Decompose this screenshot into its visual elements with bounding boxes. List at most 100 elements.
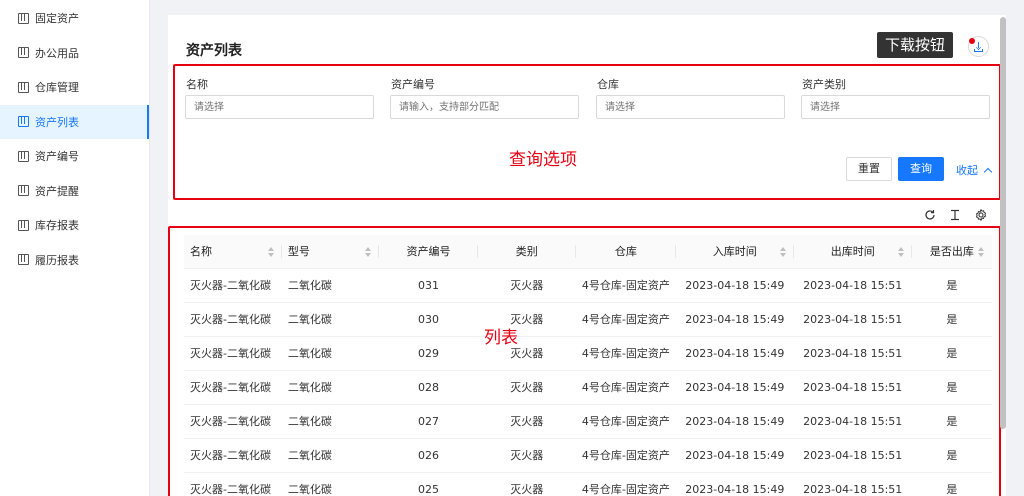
column-header-is-out[interactable]: 是否出库 [911, 235, 992, 269]
table-row: 灭火器-二氧化碳 二氧化碳 025 灭火器 4号仓库-固定资产 2023-04-18 15… [184, 472, 992, 496]
table-cell: 2023-04-18 15:49 [675, 438, 794, 473]
page-scrollbar[interactable] [1000, 17, 1006, 429]
menu-grid-icon [18, 219, 29, 231]
table-cell: 是 [911, 472, 992, 496]
sidebar-item-asset-number[interactable]: 资产编号 [0, 139, 149, 174]
table-cell: 027 [379, 404, 478, 439]
menu-grid-icon [18, 47, 29, 59]
table-cell: 灭火器 [477, 404, 576, 439]
table-cell: 030 [379, 302, 478, 337]
table-cell: 二氧化碳 [281, 268, 380, 303]
sidebar-item-asset-list[interactable]: 资产列表 [0, 104, 149, 139]
column-header-asset-number: 资产编号 [379, 235, 478, 269]
field-label-name: 名称 [186, 78, 208, 91]
table-cell: 灭火器 [477, 370, 576, 405]
sidebar: 固定资产 办公用品 仓库管理 资产列表 资产编号 资产提醒 库存报表 履历报表 [0, 0, 150, 496]
sort-icon[interactable] [779, 247, 786, 257]
collapse-link[interactable]: 收起 [956, 162, 993, 178]
sidebar-item-label: 资产提醒 [35, 184, 79, 198]
search-annotation: 查询选项 [509, 150, 577, 170]
table-row: 灭火器-二氧化碳 二氧化碳 027 灭火器 4号仓库-固定资产 2023-04-18 15… [184, 404, 992, 439]
table-cell: 029 [379, 336, 478, 371]
settings-gear-icon[interactable] [974, 208, 988, 222]
table-cell: 2023-04-18 15:51 [793, 302, 912, 337]
sidebar-item-label: 仓库管理 [35, 81, 79, 95]
column-header-category: 类别 [477, 235, 576, 269]
table-cell: 灭火器-二氧化碳 [184, 404, 282, 439]
refresh-icon[interactable] [923, 208, 937, 222]
asset-table: 名称 型号 资产编号 类别 仓库 入库时间 出库时间 是否出库 灭火器-二氧化碳… [184, 235, 992, 496]
table-cell: 二氧化碳 [281, 438, 380, 473]
table-cell: 2023-04-18 15:49 [675, 370, 794, 405]
column-header-out-time[interactable]: 出库时间 [793, 235, 912, 269]
sidebar-item-history-report[interactable]: 履历报表 [0, 243, 149, 278]
table-row: 灭火器-二氧化碳 二氧化碳 030 灭火器 4号仓库-固定资产 2023-04-18 15… [184, 302, 992, 337]
field-label-asset-category: 资产类别 [802, 78, 846, 91]
table-cell: 二氧化碳 [281, 336, 380, 371]
field-label-warehouse: 仓库 [597, 78, 619, 91]
table-annotation: 列表 [484, 328, 518, 348]
table-row: 灭火器-二氧化碳 二氧化碳 031 灭火器 4号仓库-固定资产 2023-04-18 15… [184, 268, 992, 303]
name-select[interactable] [185, 95, 374, 119]
table-cell: 灭火器 [477, 438, 576, 473]
table-cell: 4号仓库-固定资产 [575, 268, 676, 303]
table-cell: 灭火器-二氧化碳 [184, 268, 282, 303]
table-row: 灭火器-二氧化碳 二氧化碳 029 灭火器 4号仓库-固定资产 2023-04-18 15… [184, 336, 992, 371]
table-cell: 是 [911, 370, 992, 405]
table-row: 灭火器-二氧化碳 二氧化碳 028 灭火器 4号仓库-固定资产 2023-04-18 15… [184, 370, 992, 405]
table-cell: 二氧化碳 [281, 370, 380, 405]
collapse-label: 收起 [956, 164, 978, 177]
asset-number-input[interactable] [390, 95, 579, 119]
table-cell: 灭火器-二氧化碳 [184, 438, 282, 473]
reset-button[interactable]: 重置 [846, 157, 892, 181]
sidebar-item-warehouse[interactable]: 仓库管理 [0, 70, 149, 105]
sidebar-item-inventory-report[interactable]: 库存报表 [0, 208, 149, 243]
table-header-row: 名称 型号 资产编号 类别 仓库 入库时间 出库时间 是否出库 [184, 235, 992, 269]
column-height-icon[interactable] [948, 208, 962, 222]
table-cell: 026 [379, 438, 478, 473]
table-cell: 二氧化碳 [281, 472, 380, 496]
column-header-name[interactable]: 名称 [184, 235, 282, 269]
table-cell: 灭火器 [477, 472, 576, 496]
table-cell: 4号仓库-固定资产 [575, 404, 676, 439]
table-cell: 灭火器 [477, 268, 576, 303]
query-button[interactable]: 查询 [898, 157, 944, 181]
search-form: 名称 资产编号 仓库 资产类别 查询选项 重置 查询 收起 [173, 64, 1001, 200]
download-tooltip: 下载按钮 [877, 32, 954, 58]
table-cell: 是 [911, 438, 992, 473]
asset-category-select[interactable] [801, 95, 990, 119]
menu-grid-icon [18, 185, 29, 197]
table-cell: 2023-04-18 15:49 [675, 336, 794, 371]
sort-icon[interactable] [365, 247, 372, 257]
column-header-warehouse: 仓库 [575, 235, 676, 269]
table-cell: 是 [911, 268, 992, 303]
table-cell: 是 [911, 302, 992, 337]
table-cell: 2023-04-18 15:51 [793, 336, 912, 371]
warehouse-select[interactable] [596, 95, 785, 119]
table-cell: 是 [911, 404, 992, 439]
table-cell: 灭火器-二氧化碳 [184, 472, 282, 496]
download-icon [974, 42, 983, 52]
table-cell: 4号仓库-固定资产 [575, 438, 676, 473]
annotation-dot [969, 38, 975, 44]
sort-icon[interactable] [897, 247, 904, 257]
sort-icon[interactable] [978, 247, 984, 257]
sidebar-item-label: 履历报表 [35, 253, 79, 267]
menu-grid-icon [18, 254, 29, 266]
column-header-model[interactable]: 型号 [281, 235, 380, 269]
sidebar-item-fixed-assets[interactable]: 固定资产 [0, 1, 149, 36]
sidebar-item-office-supplies[interactable]: 办公用品 [0, 36, 149, 71]
table-cell: 025 [379, 472, 478, 496]
sidebar-item-label: 资产列表 [35, 115, 79, 129]
table-cell: 028 [379, 370, 478, 405]
table-cell: 4号仓库-固定资产 [575, 472, 676, 496]
sidebar-item-asset-reminder[interactable]: 资产提醒 [0, 174, 149, 209]
column-header-in-time[interactable]: 入库时间 [675, 235, 794, 269]
table-cell: 二氧化碳 [281, 302, 380, 337]
sidebar-item-label: 办公用品 [35, 46, 79, 60]
table-cell: 灭火器-二氧化碳 [184, 302, 282, 337]
table-cell: 2023-04-18 15:49 [675, 268, 794, 303]
sort-icon[interactable] [267, 247, 274, 257]
sidebar-item-label: 库存报表 [35, 219, 79, 233]
table-cell: 4号仓库-固定资产 [575, 370, 676, 405]
